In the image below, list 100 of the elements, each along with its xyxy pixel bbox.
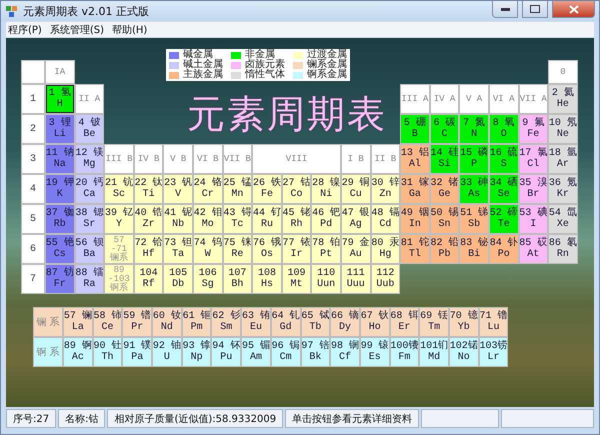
element-button[interactable]: 32 锗 Ge: [430, 174, 460, 204]
element-button[interactable]: 10 氖 Ne: [548, 114, 578, 144]
element-button[interactable]: 53 碘 I: [518, 204, 548, 234]
maximize-button[interactable]: [522, 1, 548, 18]
element-button[interactable]: 49 铟 In: [400, 204, 430, 234]
element-button[interactable]: 106 Sg: [192, 264, 223, 294]
element-button[interactable]: 3 锂 Li: [45, 114, 75, 144]
element-button[interactable]: 51 锑 Sb: [459, 204, 489, 234]
element-button[interactable]: 100镄 Fm: [390, 337, 420, 367]
element-button[interactable]: 27 钴 Co: [282, 174, 312, 204]
element-button[interactable]: 25 锰 Mn: [222, 174, 252, 204]
element-button[interactable]: 5 硼 B: [400, 114, 430, 144]
element-button[interactable]: 60 钕 Nd: [152, 307, 182, 337]
element-button[interactable]: 89 锕 Ac: [63, 337, 93, 367]
element-button[interactable]: 13 铝 Al: [400, 144, 430, 174]
element-button[interactable]: 104 Rf: [134, 264, 164, 294]
element-button[interactable]: 76 锇 Os: [252, 234, 282, 264]
element-button[interactable]: 68 铒 Er: [390, 307, 420, 337]
element-button[interactable]: 11 钠 Na: [45, 144, 75, 174]
element-button[interactable]: 2 氦 He: [548, 84, 578, 114]
element-button[interactable]: 67 钬 Ho: [360, 307, 390, 337]
element-button[interactable]: 87 钫 Fr: [45, 264, 75, 294]
element-button[interactable]: 21 钪 Sc: [104, 174, 134, 204]
element-button[interactable]: 109 Mt: [282, 264, 312, 294]
element-button[interactable]: 96 锔 Cm: [270, 337, 300, 367]
element-button[interactable]: 94 钚 Pu: [211, 337, 242, 367]
element-button[interactable]: 105 Db: [163, 264, 193, 294]
element-button[interactable]: 79 金 Au: [340, 234, 371, 264]
element-button[interactable]: 35 溴 Br: [518, 174, 548, 204]
element-button[interactable]: 84 钋 Po: [488, 234, 518, 264]
element-button[interactable]: 111 Uuu: [340, 264, 371, 294]
element-button[interactable]: 99 锿 Es: [360, 337, 390, 367]
element-button[interactable]: 43 锝 Tc: [222, 204, 252, 234]
element-button[interactable]: 52 碲 Te: [488, 204, 518, 234]
element-button[interactable]: 86 氡 Rn: [548, 234, 578, 264]
element-button[interactable]: 82 铅 Pb: [430, 234, 460, 264]
element-button[interactable]: 55 铯 Cs: [45, 234, 75, 264]
element-button[interactable]: 101钔 Md: [419, 337, 449, 367]
element-button[interactable]: 81 铊 Tl: [400, 234, 430, 264]
element-button[interactable]: 107 Bh: [222, 264, 252, 294]
element-button[interactable]: 42 钼 Mo: [192, 204, 223, 234]
element-button[interactable]: 12 镁 Mg: [74, 144, 104, 174]
element-button[interactable]: 36 氪 Kr: [548, 174, 578, 204]
element-button[interactable]: 30 锌 Zn: [370, 174, 400, 204]
element-button[interactable]: 83 铋 Bi: [459, 234, 489, 264]
element-button[interactable]: 65 铽 Tb: [300, 307, 330, 337]
element-button[interactable]: 38 锶 Sr: [74, 204, 104, 234]
element-button[interactable]: 85 砹 At: [518, 234, 548, 264]
element-button[interactable]: 19 钾 K: [45, 174, 75, 204]
element-button[interactable]: 16 硫 S: [488, 144, 518, 174]
element-button[interactable]: 26 铁 Fe: [252, 174, 282, 204]
element-button[interactable]: 75 铼 Re: [222, 234, 252, 264]
element-button[interactable]: 103铹 Lr: [478, 337, 508, 367]
element-button[interactable]: 20 钙 Ca: [74, 174, 104, 204]
element-button[interactable]: 92 铀 U: [152, 337, 182, 367]
element-button[interactable]: 77 铱 Ir: [282, 234, 312, 264]
element-button[interactable]: 7 氮 N: [459, 114, 489, 144]
element-button[interactable]: 97 锫 Bk: [300, 337, 330, 367]
element-button[interactable]: 108 Hs: [252, 264, 282, 294]
menu-item[interactable]: 帮助(H): [112, 22, 148, 36]
element-button[interactable]: 23 钒 V: [163, 174, 193, 204]
element-button[interactable]: 56 钡 Ba: [74, 234, 104, 264]
element-button[interactable]: 70 镱 Yb: [448, 307, 479, 337]
element-button[interactable]: 1 氢 H: [45, 84, 75, 114]
element-button[interactable]: 33 砷 As: [459, 174, 489, 204]
element-button[interactable]: 4 铍 Be: [74, 114, 104, 144]
element-button[interactable]: 58 铈 Ce: [92, 307, 122, 337]
element-button[interactable]: 31 镓 Ga: [400, 174, 430, 204]
element-button[interactable]: 95 镅 Am: [241, 337, 271, 367]
element-button[interactable]: 110 Uun: [311, 264, 341, 294]
element-button[interactable]: 69 铥 Tm: [419, 307, 449, 337]
element-button[interactable]: 54 氙 Xe: [548, 204, 578, 234]
element-button[interactable]: 73 钽 Ta: [163, 234, 193, 264]
element-button[interactable]: 74 钨 W: [192, 234, 223, 264]
element-button[interactable]: 44 钌 Ru: [252, 204, 282, 234]
element-button[interactable]: 34 硒 Se: [488, 174, 518, 204]
element-button[interactable]: 112 Uub: [370, 264, 400, 294]
element-button[interactable]: 8 氧 O: [488, 114, 518, 144]
element-button[interactable]: 41 铌 Nb: [163, 204, 193, 234]
element-button[interactable]: 102锘 No: [448, 337, 479, 367]
element-button[interactable]: 59 镨 Pr: [122, 307, 152, 337]
element-button[interactable]: 66 镝 Dy: [330, 307, 360, 337]
element-button[interactable]: 78 铂 Pt: [311, 234, 341, 264]
menu-item[interactable]: 系统管理(S): [50, 22, 104, 36]
element-button[interactable]: 88 镭 Ra: [74, 264, 104, 294]
element-button[interactable]: 63 铕 Eu: [241, 307, 271, 337]
element-button[interactable]: 6 碳 C: [430, 114, 460, 144]
menu-item[interactable]: 程序(P): [8, 22, 42, 36]
element-button[interactable]: 22 钛 Ti: [134, 174, 164, 204]
element-button[interactable]: 47 银 Ag: [340, 204, 371, 234]
element-button[interactable]: 80 汞 Hg: [370, 234, 400, 264]
element-button[interactable]: 71 镥 Lu: [478, 307, 508, 337]
element-button[interactable]: 37 铷 Rb: [45, 204, 75, 234]
element-button[interactable]: 72 铪 Hf: [134, 234, 164, 264]
element-button[interactable]: 61 钷 Pm: [182, 307, 212, 337]
element-button[interactable]: 45 铑 Rh: [282, 204, 312, 234]
element-button[interactable]: 15 磷 P: [459, 144, 489, 174]
element-button[interactable]: 48 镉 Cd: [370, 204, 400, 234]
element-button[interactable]: 90 钍 Th: [92, 337, 122, 367]
element-button[interactable]: 28 镍 Ni: [311, 174, 341, 204]
